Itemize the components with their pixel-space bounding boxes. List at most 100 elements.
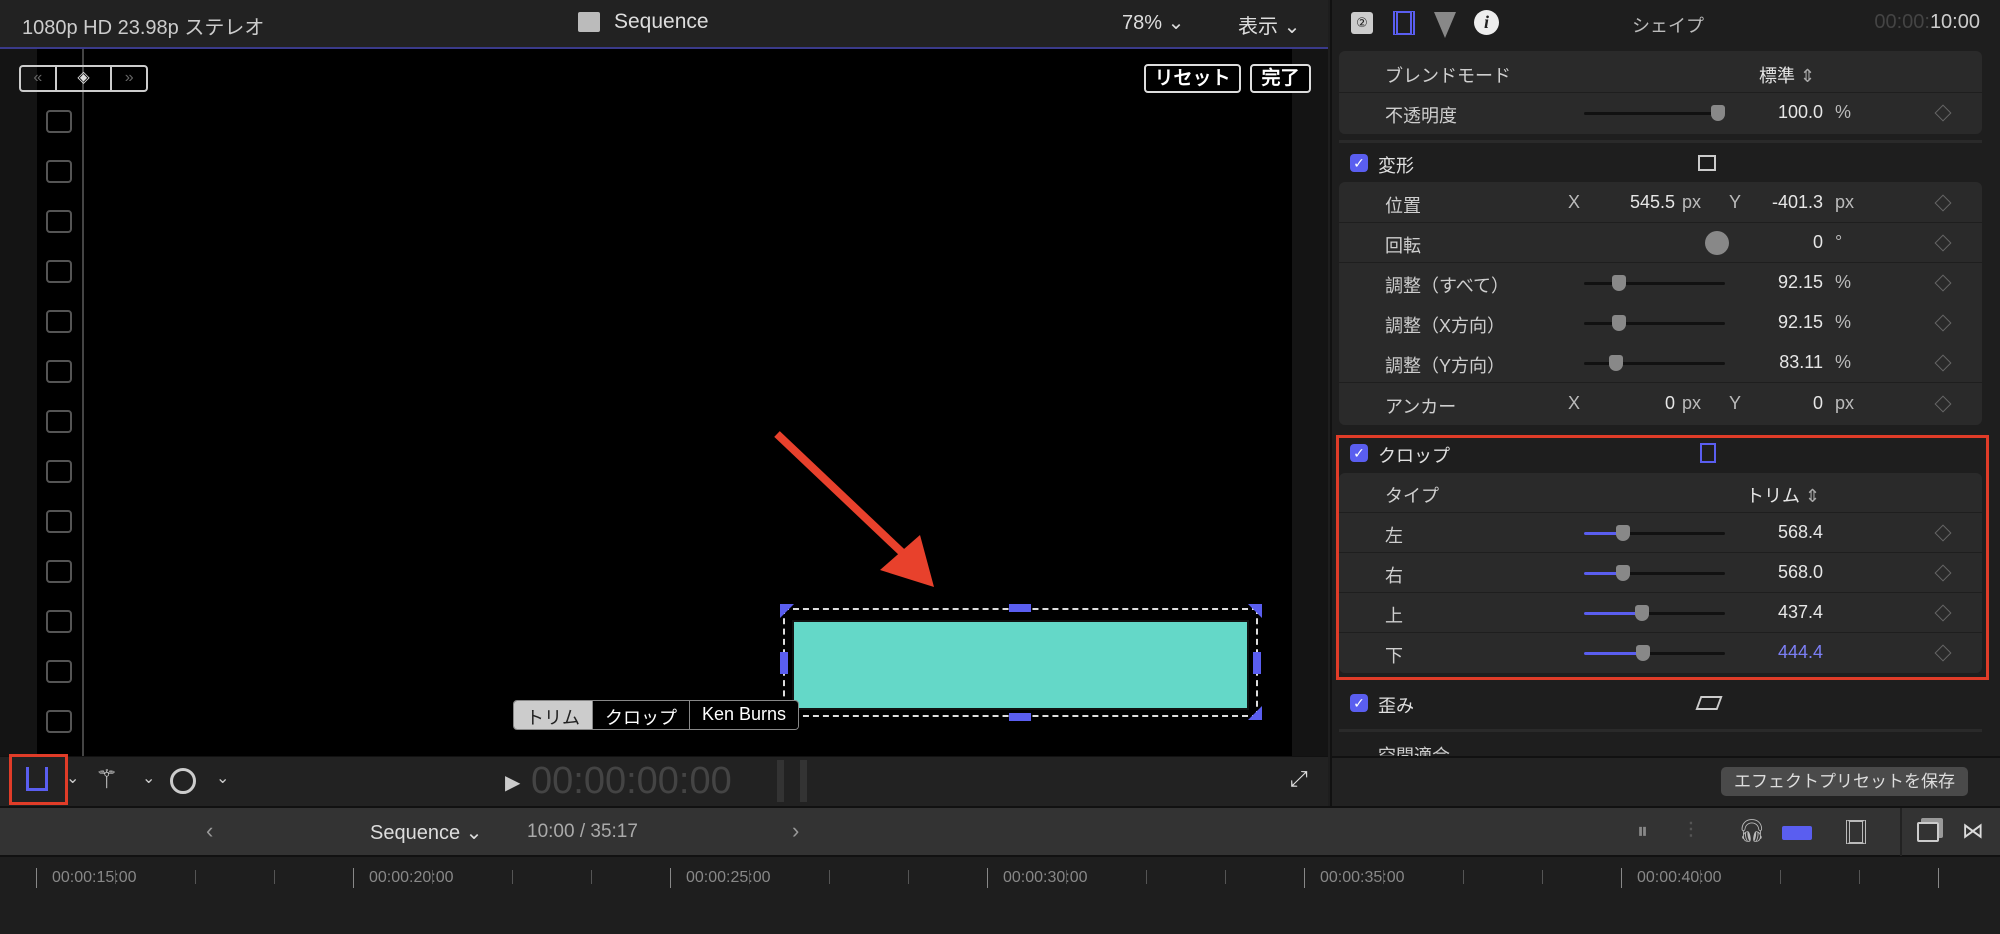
ruler-tick	[1462, 870, 1464, 884]
layer-checkbox[interactable]	[46, 460, 72, 483]
keyframe-diamond-icon[interactable]	[1934, 104, 1952, 122]
chevron-down-icon[interactable]: ⌄	[66, 768, 79, 788]
opacity-value[interactable]: 100.0	[1739, 102, 1823, 123]
generator-tab-icon[interactable]: ②	[1351, 12, 1373, 34]
layer-checkbox[interactable]	[46, 210, 72, 233]
anchor-x-value[interactable]: 0	[1609, 393, 1675, 414]
scale-x-slider[interactable]	[1584, 315, 1725, 331]
anchor-y-value[interactable]: 0	[1749, 393, 1823, 414]
blend-mode-row: ブレンドモード 標準 ⇕	[1339, 53, 1982, 93]
position-y-value[interactable]: -401.3	[1749, 192, 1823, 213]
snapping-icon[interactable]	[1782, 826, 1812, 840]
timecode-display[interactable]: 00:00:00:00	[531, 760, 732, 803]
blend-mode-label: ブレンドモード	[1385, 66, 1511, 86]
layer-checkbox[interactable]	[46, 660, 72, 683]
keyframe-diamond-icon[interactable]	[1934, 274, 1952, 292]
info-tab-icon[interactable]: i	[1474, 10, 1499, 35]
audio-skimming-icon[interactable]: ⫶	[1688, 818, 1694, 844]
sequence-position: 10:00 / 35:17	[527, 821, 638, 842]
rotation-dial[interactable]	[1705, 231, 1729, 255]
color-tab-icon[interactable]	[1434, 12, 1456, 38]
slider-thumb[interactable]	[1612, 315, 1627, 331]
ruler-tick	[1224, 870, 1226, 884]
done-button[interactable]: 完了	[1250, 64, 1311, 93]
scale-all-value[interactable]: 92.15	[1739, 272, 1823, 293]
keyframe-diamond-icon[interactable]	[1934, 234, 1952, 252]
layer-checkbox[interactable]	[46, 360, 72, 383]
slider-thumb[interactable]	[1609, 355, 1624, 371]
sequence-menu[interactable]: Sequence ⌄	[370, 820, 482, 845]
keyframe-diamond-icon[interactable]	[1934, 354, 1952, 372]
ruler-tick	[670, 868, 671, 888]
distort-onscreen-icon[interactable]	[1695, 696, 1723, 710]
keyframe-diamond-icon[interactable]	[1934, 395, 1952, 413]
chevron-down-icon[interactable]: ⌄	[216, 768, 229, 788]
effects-browser-icon[interactable]	[1917, 822, 1939, 842]
play-icon[interactable]: ▶	[505, 770, 520, 795]
scale-x-value[interactable]: 92.15	[1739, 312, 1823, 333]
clip-appearance-icon[interactable]	[1846, 820, 1866, 844]
x-label: X	[1568, 192, 1581, 212]
ruler-label: 00:00:15:00	[52, 869, 137, 886]
headphones-icon[interactable]: 🎧︎	[1738, 818, 1766, 844]
crop-handle-bottom[interactable]	[1009, 713, 1031, 721]
layer-checkbox[interactable]	[46, 110, 72, 133]
annotation-arrow	[774, 431, 934, 587]
speed-icon[interactable]	[170, 768, 196, 794]
save-preset-button[interactable]: エフェクトプリセットを保存	[1721, 767, 1968, 796]
chevron-down-icon[interactable]: ⌄	[142, 768, 155, 788]
layer-checkbox[interactable]	[46, 260, 72, 283]
view-menu[interactable]: 表示 ⌄	[1238, 10, 1300, 39]
keyframe-diamond-icon[interactable]	[1934, 194, 1952, 212]
fullscreen-icon[interactable]: ⤢	[1290, 766, 1308, 792]
crop-handle-right[interactable]	[1253, 652, 1261, 674]
unit: %	[1835, 102, 1852, 122]
skimming-icon[interactable]: ⏸	[1637, 818, 1648, 844]
layer-checkbox[interactable]	[46, 710, 72, 733]
layer-checkbox[interactable]	[46, 310, 72, 333]
mode-trim[interactable]: トリム	[514, 701, 592, 729]
rotation-label: 回転	[1385, 236, 1421, 256]
zoom-menu[interactable]: 78% ⌄	[1122, 10, 1184, 35]
layer-checkbox[interactable]	[46, 410, 72, 433]
magic-wand-icon[interactable]: ⚚	[95, 764, 118, 795]
position-x-value[interactable]: 545.5	[1609, 192, 1675, 213]
layer-checkbox[interactable]	[46, 160, 72, 183]
reset-button[interactable]: リセット	[1144, 64, 1241, 93]
zoom-value: 78%	[1122, 12, 1163, 34]
distort-checkbox[interactable]: ✓	[1350, 694, 1368, 712]
video-tab-icon[interactable]	[1393, 11, 1415, 35]
next-keyframe-icon[interactable]: »	[112, 67, 146, 90]
rotation-value[interactable]: 0	[1739, 232, 1823, 253]
previous-keyframe-icon[interactable]: «	[21, 67, 57, 90]
add-keyframe-icon[interactable]: ◈	[57, 67, 113, 90]
ruler-tick	[987, 868, 988, 888]
inspector-timecode: 00:00:10:00	[1874, 11, 1980, 34]
slider-thumb[interactable]	[1612, 275, 1627, 291]
format-label: 1080p HD 23.98p ステレオ	[22, 17, 265, 39]
keyframe-diamond-icon[interactable]	[1934, 314, 1952, 332]
crop-handle-top[interactable]	[1009, 604, 1031, 612]
layer-checkbox[interactable]	[46, 560, 72, 583]
sequence-name: Sequence	[370, 822, 461, 844]
back-arrow-icon[interactable]: ‹	[206, 818, 213, 844]
scale-y-value[interactable]: 83.11	[1739, 352, 1823, 373]
crop-tool-icon[interactable]	[26, 767, 48, 791]
forward-arrow-icon[interactable]: ›	[792, 818, 799, 844]
y-label: Y	[1729, 192, 1742, 212]
scale-y-slider[interactable]	[1584, 355, 1725, 371]
blend-mode-select[interactable]: 標準 ⇕	[1759, 62, 1815, 88]
transform-checkbox[interactable]: ✓	[1350, 154, 1368, 172]
transform-onscreen-icon[interactable]	[1698, 155, 1716, 171]
layer-checkbox[interactable]	[46, 610, 72, 633]
mode-crop[interactable]: クロップ	[592, 701, 689, 729]
opacity-slider[interactable]	[1584, 105, 1725, 121]
slider-thumb[interactable]	[1710, 105, 1725, 121]
blend-mode-value: 標準	[1759, 66, 1795, 86]
transitions-browser-icon[interactable]: ⋈	[1962, 818, 1984, 844]
crop-handle-left[interactable]	[780, 652, 788, 674]
mode-ken-burns[interactable]: Ken Burns	[689, 701, 799, 729]
layer-checkbox[interactable]	[46, 510, 72, 533]
ruler-tick	[1858, 870, 1860, 884]
scale-all-slider[interactable]	[1584, 275, 1725, 291]
